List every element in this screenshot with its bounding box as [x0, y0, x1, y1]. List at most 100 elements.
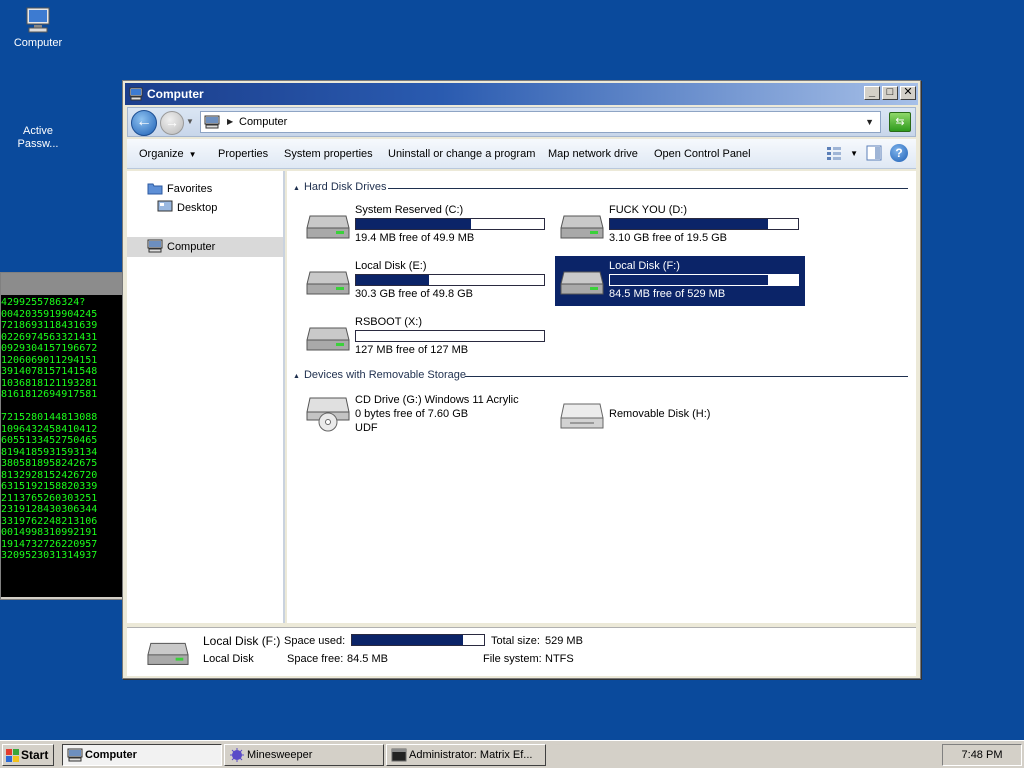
- nav-label: Desktop: [177, 202, 218, 214]
- help-icon[interactable]: ?: [890, 144, 908, 162]
- details-pane: Local Disk (F:) Local Disk Space used: S…: [127, 627, 916, 676]
- matrix-titlebar[interactable]: [1, 273, 123, 295]
- drive-e[interactable]: Local Disk (E:) 30.3 GB free of 49.8 GB: [301, 256, 551, 306]
- details-drive-name: Local Disk (F:): [203, 634, 281, 648]
- drive-usage-bar: [355, 218, 545, 230]
- drive-usage-bar: [609, 218, 799, 230]
- taskbar-item-minesweeper[interactable]: Minesweeper: [224, 744, 384, 766]
- group-header-hard-disks[interactable]: ▲ Hard Disk Drives: [293, 181, 908, 195]
- details-total-size-value: 529 MB: [545, 635, 583, 647]
- breadcrumb-separator-icon[interactable]: ▶: [227, 117, 233, 126]
- computer-icon: [147, 239, 163, 253]
- drive-name: CD Drive (G:) Windows 11 Acrylic: [355, 394, 519, 406]
- maximize-button[interactable]: □: [882, 86, 898, 100]
- taskbar-item-matrix[interactable]: Administrator: Matrix Ef...: [386, 744, 546, 766]
- nav-item-desktop[interactable]: Desktop: [127, 198, 283, 218]
- taskbar: Start Computer Minesweeper Administrator…: [0, 740, 1024, 768]
- drive-f[interactable]: Local Disk (F:) 84.5 MB free of 529 MB: [555, 256, 805, 306]
- open-control-panel-button[interactable]: Open Control Panel: [654, 148, 751, 160]
- drive-free-space: 127 MB free of 127 MB: [355, 344, 469, 356]
- navigation-pane: Favorites Desktop Computer: [127, 171, 285, 623]
- matrix-output: 4299255786324? 0042035919904245 72186931…: [1, 295, 123, 597]
- drive-usage-bar: [609, 274, 799, 286]
- properties-button[interactable]: Properties: [218, 148, 268, 160]
- details-space-used-label: Space used:: [284, 635, 346, 647]
- taskbar-item-label: Administrator: Matrix Ef...: [409, 749, 533, 761]
- minimize-button[interactable]: _: [864, 86, 880, 100]
- taskbar-item-computer[interactable]: Computer: [62, 744, 222, 766]
- window-titlebar[interactable]: Computer _ □ ✕: [125, 83, 918, 105]
- window-title: Computer: [147, 87, 204, 101]
- details-drive-type: Local Disk: [203, 653, 254, 665]
- hard-drive-icon: [147, 642, 189, 665]
- nav-item-computer[interactable]: Computer: [127, 237, 283, 257]
- drive-usage-fill: [356, 275, 430, 285]
- view-options-icon[interactable]: [826, 146, 842, 160]
- drive-d[interactable]: FUCK YOU (D:) 3.10 GB free of 19.5 GB: [555, 200, 805, 250]
- cd-drive-icon: [306, 397, 350, 432]
- matrix-window[interactable]: 4299255786324? 0042035919904245 72186931…: [0, 272, 124, 600]
- drive-name: Local Disk (E:): [355, 260, 427, 272]
- system-properties-button[interactable]: System properties: [284, 148, 373, 160]
- back-arrow-icon[interactable]: ←: [131, 110, 157, 136]
- system-tray-clock[interactable]: 7:48 PM: [942, 744, 1022, 766]
- drive-usage-fill: [610, 219, 768, 229]
- computer-icon: [26, 7, 50, 33]
- computer-icon: [204, 115, 220, 129]
- content-pane: ▲ Hard Disk Drives System Reserved (C:) 1…: [287, 171, 916, 623]
- collapse-icon: ▲: [293, 373, 300, 380]
- command-prompt-icon: [391, 748, 407, 762]
- chevron-down-icon: ▼: [188, 150, 197, 159]
- desktop-icon: [157, 200, 173, 212]
- desktop-icon-active-password[interactable]: Active Passw...: [0, 125, 76, 151]
- details-space-free-label: Space free:: [287, 653, 344, 665]
- windows-logo-icon: [6, 749, 19, 762]
- nav-label: Computer: [167, 241, 216, 253]
- breadcrumb-location[interactable]: Computer: [239, 116, 287, 128]
- map-network-drive-button[interactable]: Map network drive: [548, 148, 638, 160]
- taskbar-item-label: Computer: [85, 749, 137, 761]
- forward-arrow-icon[interactable]: →: [160, 111, 184, 135]
- preview-pane-icon[interactable]: [866, 145, 882, 161]
- computer-icon: [67, 748, 83, 762]
- drive-c[interactable]: System Reserved (C:) 19.4 MB free of 49.…: [301, 200, 551, 250]
- computer-icon: [129, 87, 143, 101]
- group-header-removable[interactable]: ▲ Devices with Removable Storage: [293, 369, 908, 383]
- refresh-icon[interactable]: ⇆: [889, 112, 911, 132]
- drive-usage-bar: [355, 330, 545, 342]
- minesweeper-icon: [230, 748, 244, 762]
- address-bar: ← → ▼ ▶ Computer ▼ ⇆: [127, 107, 916, 137]
- drive-free-space: 19.4 MB free of 49.9 MB: [355, 232, 475, 244]
- drive-free-space: 84.5 MB free of 529 MB: [609, 288, 726, 300]
- history-dropdown-icon[interactable]: ▼: [186, 117, 194, 126]
- drive-g-cd[interactable]: CD Drive (G:) Windows 11 Acrylic 0 bytes…: [301, 390, 551, 440]
- desktop-icon-computer[interactable]: Computer: [0, 6, 76, 50]
- hard-drive-icon: [306, 327, 350, 351]
- collapse-icon: ▲: [293, 185, 300, 192]
- organize-label: Organize: [139, 148, 184, 160]
- details-space-free-value: 84.5 MB: [347, 653, 388, 665]
- close-button[interactable]: ✕: [900, 86, 916, 100]
- drive-usage-fill: [610, 275, 768, 285]
- uninstall-program-button[interactable]: Uninstall or change a program: [388, 148, 535, 160]
- drive-free-space: 30.3 GB free of 49.8 GB: [355, 288, 474, 300]
- drive-file-system: UDF: [355, 422, 378, 434]
- taskbar-item-label: Minesweeper: [247, 749, 313, 761]
- nav-label: Favorites: [167, 183, 213, 195]
- details-usage-fill: [352, 635, 463, 645]
- drive-name: Removable Disk (H:): [609, 408, 711, 420]
- hard-drive-icon: [306, 215, 350, 239]
- drive-x[interactable]: RSBOOT (X:) 127 MB free of 127 MB: [301, 312, 551, 362]
- view-dropdown-icon[interactable]: ▼: [850, 149, 858, 158]
- group-divider: [465, 376, 908, 377]
- hard-drive-icon: [306, 271, 350, 295]
- details-file-system-label: File system:: [483, 653, 542, 665]
- drive-h-removable[interactable]: Removable Disk (H:): [555, 390, 805, 440]
- group-divider: [388, 188, 908, 189]
- desktop-icon-label: Computer: [13, 37, 63, 49]
- start-button[interactable]: Start: [2, 744, 54, 766]
- address-field[interactable]: ▶ Computer ▼: [200, 111, 881, 133]
- address-dropdown-icon[interactable]: ▼: [865, 117, 874, 127]
- nav-item-favorites[interactable]: Favorites: [127, 179, 283, 199]
- organize-button[interactable]: Organize ▼: [139, 148, 197, 160]
